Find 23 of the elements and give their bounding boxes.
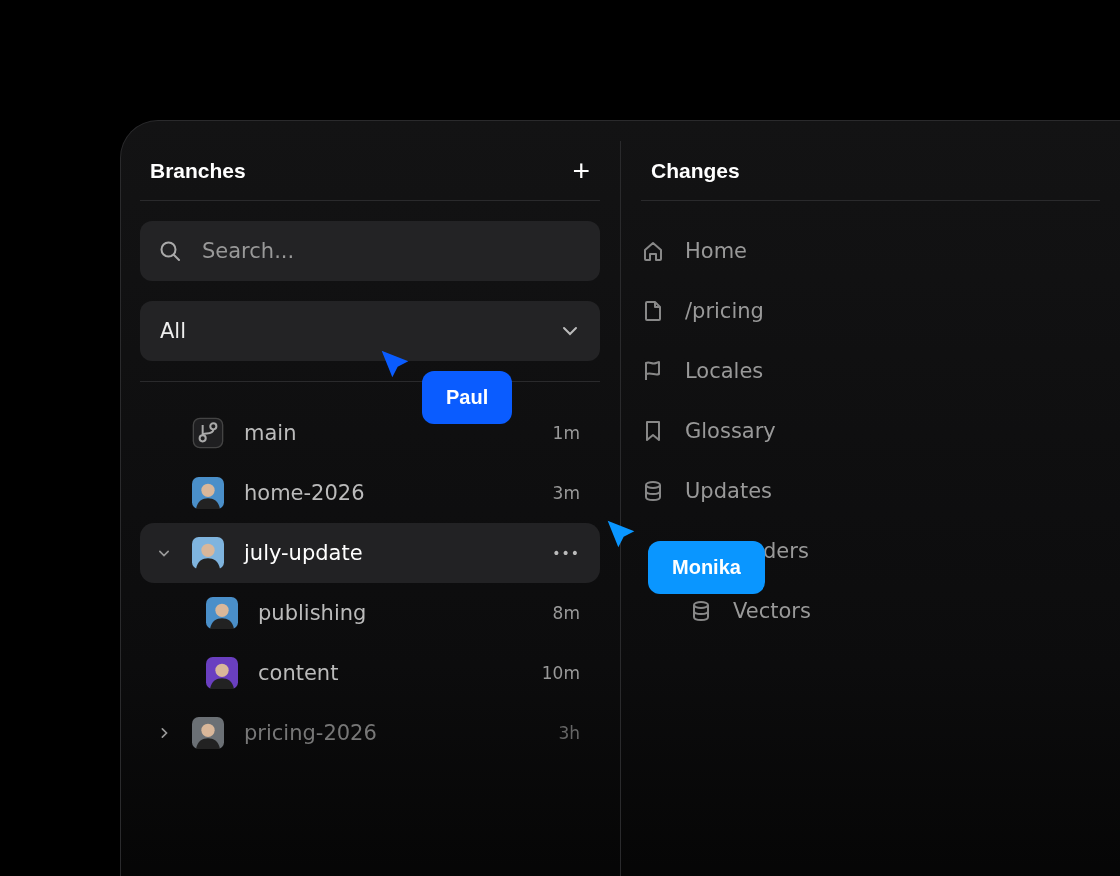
panel-title: Changes [651, 158, 740, 183]
change-item[interactable]: Glossary [685, 419, 776, 443]
branch-item[interactable]: publishing 8m [140, 583, 600, 643]
branch-icon [192, 417, 224, 449]
more-button[interactable]: ••• [552, 545, 580, 561]
search-field[interactable]: Search... [140, 221, 600, 281]
branch-item[interactable]: home-2026 3m [140, 463, 600, 523]
cursor-label: Monika [648, 541, 765, 594]
dropdown-value: All [160, 319, 187, 343]
change-item[interactable]: Vectors [733, 599, 811, 623]
change-item[interactable]: Updates [685, 479, 772, 503]
branch-item[interactable]: july-update ••• [140, 523, 600, 583]
change-item[interactable]: ders [763, 539, 809, 563]
cursor-label: Paul [422, 371, 513, 424]
home-icon [641, 239, 665, 263]
filter-dropdown[interactable]: All [140, 301, 600, 361]
change-item[interactable]: /pricing [685, 299, 764, 323]
panel-title: Branches [150, 158, 246, 183]
change-item[interactable]: Locales [685, 359, 764, 383]
add-button[interactable]: + [572, 155, 590, 186]
branch-item[interactable]: pricing-2026 3h [140, 703, 600, 763]
branch-item[interactable]: content 10m [140, 643, 600, 703]
change-item[interactable]: Home [685, 239, 747, 263]
